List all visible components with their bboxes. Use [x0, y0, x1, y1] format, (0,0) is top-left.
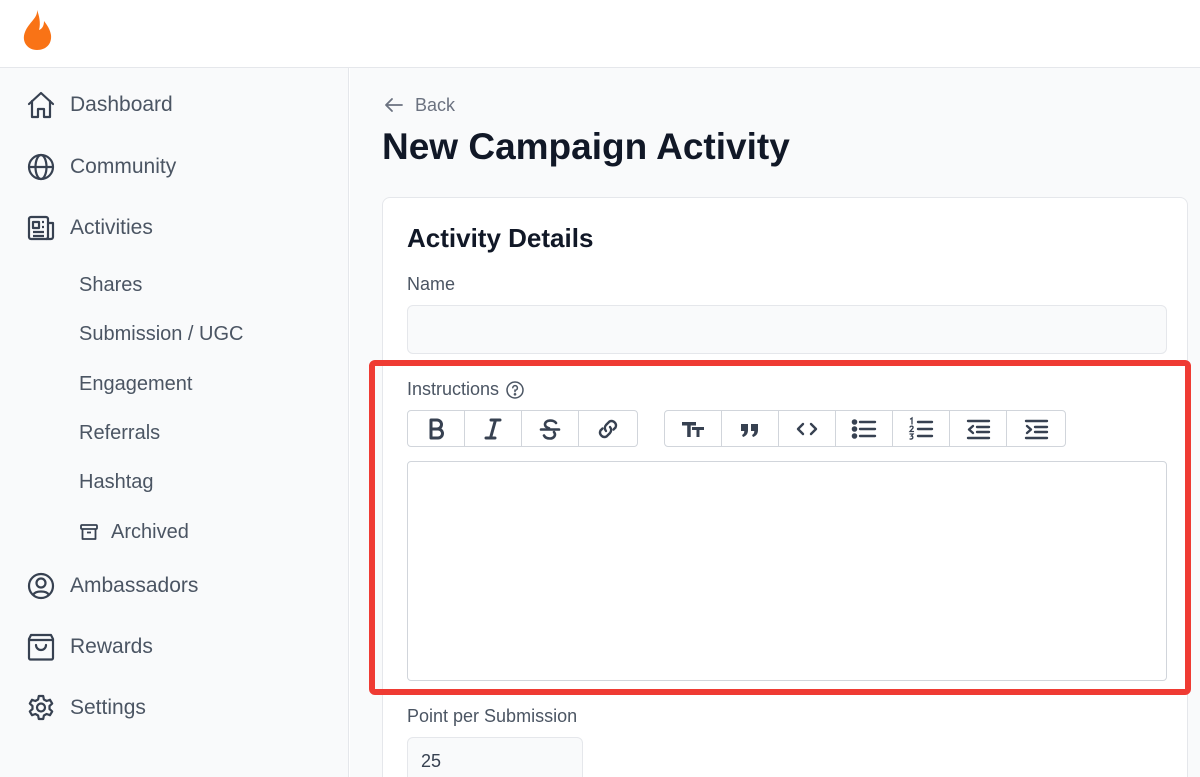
sidebar-item-label: Community	[70, 155, 177, 178]
indent-button[interactable]	[1007, 411, 1064, 446]
italic-button[interactable]	[465, 411, 522, 446]
sidebar-subitem-hashtag[interactable]: Hashtag	[79, 468, 154, 496]
numbered-list-icon	[908, 416, 934, 440]
sidebar-subitem-label: Hashtag	[79, 470, 154, 493]
sidebar-item-community[interactable]: Community	[26, 152, 176, 182]
toolbar-block-group	[664, 410, 1066, 447]
link-icon	[598, 419, 617, 438]
sidebar-item-label: Rewards	[70, 635, 153, 658]
points-input[interactable]	[407, 737, 583, 777]
code-button[interactable]	[779, 411, 836, 446]
link-button[interactable]	[579, 411, 636, 446]
sidebar-item-rewards[interactable]: Rewards	[26, 632, 153, 662]
sidebar-item-ambassadors[interactable]: Ambassadors	[26, 571, 198, 601]
sidebar-item-dashboard[interactable]: Dashboard	[26, 90, 173, 120]
sidebar-item-settings[interactable]: Settings	[26, 693, 146, 723]
name-input[interactable]	[407, 305, 1167, 354]
bullet-list-button[interactable]	[836, 411, 893, 446]
quote-icon	[741, 423, 758, 437]
main-content: Back New Campaign Activity Activity Deta…	[350, 68, 1200, 777]
heading-icon	[682, 421, 704, 437]
outdent-button[interactable]	[950, 411, 1007, 446]
name-label: Name	[407, 274, 456, 294]
sidebar-subitem-label: Submission / UGC	[79, 322, 244, 345]
sidebar-subitem-archived[interactable]: Archived	[79, 518, 189, 546]
sidebar-subitem-label: Shares	[79, 273, 143, 296]
sidebar-subitem-label: Referrals	[79, 421, 161, 444]
numbered-list-button[interactable]	[893, 411, 950, 446]
instructions-editor[interactable]	[407, 461, 1167, 681]
globe-icon	[27, 153, 55, 181]
user-circle-icon	[27, 572, 55, 600]
flame-logo-icon[interactable]	[20, 8, 54, 52]
outdent-icon	[966, 419, 991, 439]
gear-icon	[28, 694, 54, 721]
sidebar-item-label: Ambassadors	[70, 574, 199, 597]
code-icon	[796, 422, 818, 435]
sidebar-subitem-referrals[interactable]: Referrals	[79, 419, 160, 447]
italic-icon	[484, 418, 502, 439]
activity-details-card: Activity Details Name Instructions Point…	[382, 197, 1188, 777]
instructions-label: Instructions	[407, 379, 525, 400]
points-label: Point per Submission	[407, 706, 578, 726]
newspaper-icon	[27, 215, 55, 241]
home-icon	[27, 91, 55, 119]
indent-icon	[1024, 419, 1048, 439]
sidebar-subitem-engagement[interactable]: Engagement	[79, 370, 192, 398]
toolbar-format-group	[407, 410, 638, 447]
sidebar-subitem-submission-ugc[interactable]: Submission / UGC	[79, 320, 244, 348]
quote-button[interactable]	[722, 411, 779, 446]
back-label: Back	[415, 94, 456, 115]
sidebar-subitem-shares[interactable]: Shares	[79, 271, 142, 299]
sidebar-subitem-label: Archived	[111, 520, 189, 543]
top-bar	[0, 0, 1200, 68]
sidebar: Dashboard Community Activities Shares Su…	[0, 68, 349, 777]
sidebar-item-label: Settings	[70, 696, 146, 719]
page-title: New Campaign Activity	[382, 126, 790, 167]
archive-icon	[80, 524, 98, 540]
bold-button[interactable]	[408, 411, 465, 446]
sidebar-item-label: Dashboard	[70, 93, 173, 116]
back-link[interactable]: Back	[383, 92, 455, 118]
instructions-label-text: Instructions	[407, 379, 500, 399]
sidebar-item-activities[interactable]: Activities	[26, 213, 153, 243]
bullet-list-icon	[851, 418, 877, 439]
section-title: Activity Details	[407, 223, 594, 253]
strikethrough-button[interactable]	[522, 411, 579, 446]
bold-icon	[429, 418, 444, 439]
strikethrough-icon	[539, 418, 561, 440]
shopping-bag-icon	[27, 633, 55, 661]
sidebar-subitem-label: Engagement	[79, 372, 193, 395]
help-icon[interactable]	[505, 380, 525, 400]
heading-button[interactable]	[665, 411, 722, 446]
sidebar-item-label: Activities	[70, 216, 153, 239]
arrow-left-icon	[385, 98, 403, 112]
